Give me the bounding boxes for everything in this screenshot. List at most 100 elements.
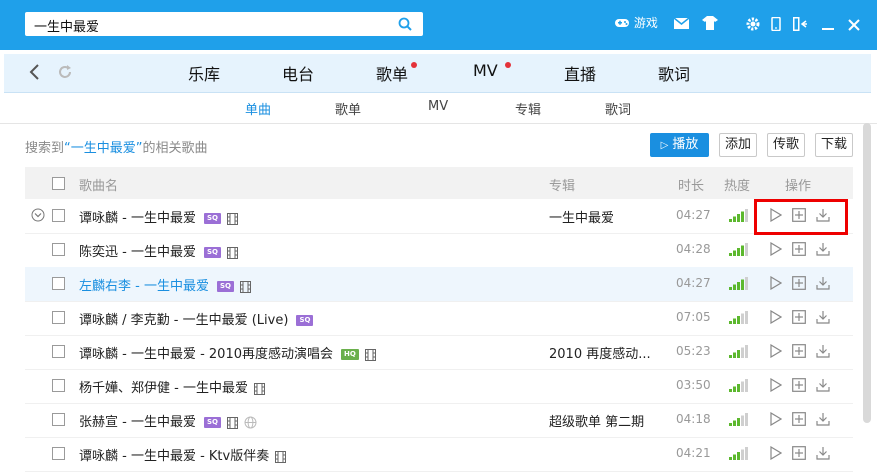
table-row[interactable]: 陈奕迅 - 一生中最爱 SQ 04:28 [25, 233, 853, 268]
mail-icon[interactable] [674, 18, 689, 29]
download-icon[interactable] [816, 446, 830, 460]
expand-icon[interactable] [31, 208, 45, 222]
play-icon[interactable] [770, 242, 782, 256]
table-row[interactable]: 左麟右李 - 一生中最爱 SQ 04:27 [25, 267, 853, 302]
row-ops [770, 377, 830, 395]
song-name-cell[interactable]: 谭咏麟 / 李克勤 - 一生中最爱 (Live) SQ [79, 309, 314, 328]
add-to-list-icon[interactable] [792, 378, 806, 392]
song-title[interactable]: 谭咏麟 - 一生中最爱 [79, 211, 196, 226]
tab-albums[interactable]: 专辑 [515, 99, 541, 118]
play-icon[interactable] [770, 412, 782, 426]
row-checkbox[interactable] [52, 413, 65, 426]
song-title[interactable]: 张赫宣 - 一生中最爱 [79, 415, 196, 430]
close-icon[interactable] [848, 19, 860, 31]
search-input[interactable]: 一生中最爱 [25, 12, 423, 36]
tab-lyrics[interactable]: 歌词 [605, 99, 631, 118]
download-icon[interactable] [816, 242, 830, 256]
song-title[interactable]: 陈奕迅 - 一生中最爱 [79, 245, 196, 260]
song-name-cell[interactable]: 谭咏麟 - 一生中最爱 SQ [79, 207, 238, 226]
song-name-cell[interactable]: 杨千嬅、郑伊健 - 一生中最爱 [79, 377, 265, 396]
highlight-box [754, 199, 848, 235]
tab-songs[interactable]: 单曲 [245, 99, 271, 118]
download-all-button[interactable]: 下载 [815, 133, 853, 157]
song-title[interactable]: 杨千嬅、郑伊健 - 一生中最爱 [79, 381, 248, 396]
game-button[interactable]: 游戏 [614, 14, 658, 36]
download-icon[interactable] [816, 378, 830, 392]
nav-item-radio[interactable]: 电台 [282, 61, 314, 85]
row-checkbox[interactable] [52, 243, 65, 256]
song-name-cell[interactable]: 陈奕迅 - 一生中最爱 SQ [79, 241, 238, 260]
download-icon[interactable] [816, 412, 830, 426]
download-icon[interactable] [816, 344, 830, 358]
add-button[interactable]: 添加 [719, 133, 757, 157]
song-name-cell[interactable]: 张赫宣 - 一生中最爱 SQ [79, 411, 257, 430]
header-duration[interactable]: 时长 [678, 175, 704, 194]
song-title[interactable]: 谭咏麟 / 李克勤 - 一生中最爱 (Live) [79, 313, 288, 328]
row-checkbox[interactable] [52, 345, 65, 358]
mobile-icon[interactable] [771, 17, 781, 31]
mv-icon[interactable] [364, 348, 376, 361]
play-all-button[interactable]: ▷ 播放 [650, 133, 709, 157]
select-all-checkbox[interactable] [52, 177, 65, 190]
header-album[interactable]: 专辑 [549, 175, 575, 194]
row-checkbox[interactable] [52, 209, 65, 222]
row-checkbox[interactable] [52, 447, 65, 460]
mv-icon[interactable] [275, 450, 287, 463]
scrollbar[interactable] [863, 123, 871, 423]
mv-icon[interactable] [239, 280, 251, 293]
table-row[interactable]: 杨千嬅、郑伊健 - 一生中最爱 03:50 [25, 369, 853, 404]
album-cell[interactable]: 一生中最爱 [549, 207, 614, 226]
add-to-list-icon[interactable] [792, 446, 806, 460]
play-icon[interactable] [770, 344, 782, 358]
mv-icon[interactable] [226, 416, 238, 429]
nav-item-playlist[interactable]: 歌单 [376, 61, 408, 85]
nav-item-mv[interactable]: MV [473, 61, 498, 80]
play-icon[interactable] [770, 276, 782, 290]
back-icon[interactable] [28, 63, 40, 81]
song-name-cell[interactable]: 谭咏麟 - 一生中最爱 - Ktv版伴奏 [79, 445, 287, 464]
mv-icon[interactable] [226, 212, 238, 225]
play-icon[interactable] [770, 310, 782, 324]
download-icon[interactable] [816, 276, 830, 290]
search-icon[interactable] [397, 16, 413, 32]
mv-icon[interactable] [226, 246, 238, 259]
header-name[interactable]: 歌曲名 [79, 175, 118, 194]
row-checkbox[interactable] [52, 311, 65, 324]
table-row[interactable]: 谭咏麟 - 一生中最爱 SQ 一生中最爱 04:27 [25, 199, 853, 234]
tshirt-icon[interactable] [702, 16, 718, 30]
add-to-list-icon[interactable] [792, 276, 806, 290]
add-to-list-icon[interactable] [792, 344, 806, 358]
tab-mv[interactable]: MV [428, 99, 448, 114]
play-icon[interactable] [770, 446, 782, 460]
add-to-list-icon[interactable] [792, 310, 806, 324]
row-checkbox[interactable] [52, 379, 65, 392]
play-icon[interactable] [770, 378, 782, 392]
table-row[interactable]: 谭咏麟 - 一生中最爱 - 2010再度感动演唱会 HQ 2010 再度感动... 0… [25, 335, 853, 370]
nav-item-live[interactable]: 直播 [564, 61, 596, 85]
quality-badge: SQ [216, 281, 234, 292]
refresh-icon[interactable] [56, 63, 74, 81]
album-cell[interactable]: 超级歌单 第二期 [549, 411, 644, 430]
mv-icon[interactable] [253, 382, 265, 395]
row-checkbox[interactable] [52, 277, 65, 290]
nav-item-library[interactable]: 乐库 [188, 61, 220, 85]
add-to-list-icon[interactable] [792, 412, 806, 426]
song-name-cell[interactable]: 谭咏麟 - 一生中最爱 - 2010再度感动演唱会 HQ [79, 343, 376, 362]
table-row[interactable]: 张赫宣 - 一生中最爱 SQ 超级歌单 第二期 04:18 [25, 403, 853, 438]
nav-item-lyrics[interactable]: 歌词 [658, 61, 690, 85]
minimize-icon[interactable] [822, 21, 834, 31]
tab-playlists[interactable]: 歌单 [335, 99, 361, 118]
header-heat[interactable]: 热度 [724, 175, 750, 194]
song-title[interactable]: 左麟右李 - 一生中最爱 [79, 279, 209, 294]
download-icon[interactable] [816, 310, 830, 324]
album-cell[interactable]: 2010 再度感动... [549, 343, 651, 362]
share-button[interactable]: 传歌 [767, 133, 805, 157]
mini-mode-icon[interactable] [793, 17, 807, 31]
song-title[interactable]: 谭咏麟 - 一生中最爱 - 2010再度感动演唱会 [79, 347, 333, 362]
table-row[interactable]: 谭咏麟 / 李克勤 - 一生中最爱 (Live) SQ 07:05 [25, 301, 853, 336]
table-row[interactable]: 谭咏麟 - 一生中最爱 - Ktv版伴奏 04:21 [25, 437, 853, 472]
song-name-cell[interactable]: 左麟右李 - 一生中最爱 SQ [79, 275, 251, 294]
song-title[interactable]: 谭咏麟 - 一生中最爱 - Ktv版伴奏 [79, 449, 269, 464]
gear-icon[interactable] [746, 17, 760, 31]
add-to-list-icon[interactable] [792, 242, 806, 256]
